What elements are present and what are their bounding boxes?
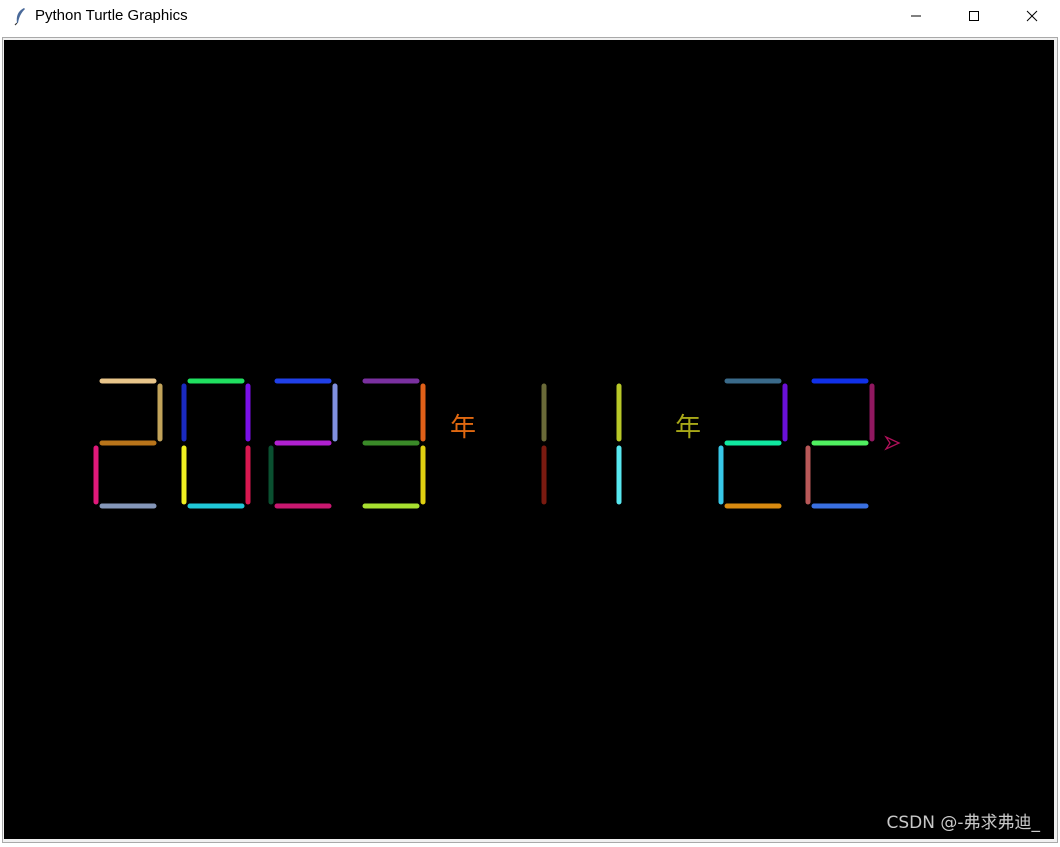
window-title: Python Turtle Graphics [35,7,188,24]
maximize-icon [969,11,979,21]
separator-0: 年 [450,413,476,443]
minimize-button[interactable] [887,0,945,32]
seven-segment-drawing: 年年 [93,378,901,509]
close-icon [1026,10,1038,22]
watermark: CSDN @-弗求弗迪_ [886,813,1040,833]
maximize-button[interactable] [945,0,1003,32]
turtle-cursor-icon [884,435,901,451]
close-button[interactable] [1003,0,1060,32]
feather-icon [14,8,25,26]
title-bar: Python Turtle Graphics [0,0,1060,32]
turtle-canvas: 年年 CSDN @-弗求弗迪_ [4,40,1054,839]
separator-1: 年 [675,413,701,443]
minimize-icon [911,15,921,17]
